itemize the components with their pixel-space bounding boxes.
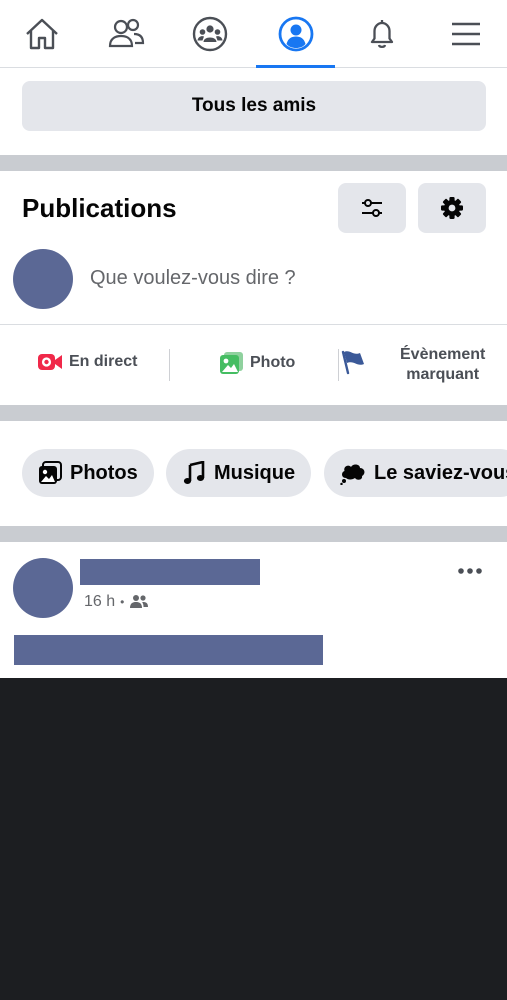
photos-icon <box>39 461 62 484</box>
live-video-label: En direct <box>69 353 138 370</box>
life-event-label: Évènement marquant <box>400 345 485 385</box>
post-meta: 16 h • <box>84 593 149 611</box>
groups-icon <box>192 16 228 52</box>
section-divider <box>0 155 507 171</box>
chip-did-you-know-label: Le saviez-vous <box>374 461 507 484</box>
sliders-icon <box>362 199 382 217</box>
thought-bubble-icon <box>340 464 365 485</box>
gear-icon <box>441 197 463 219</box>
user-avatar[interactable] <box>13 249 73 309</box>
more-options-icon <box>458 568 482 574</box>
post-author-name-redacted[interactable] <box>80 559 260 585</box>
nav-tab-friends[interactable] <box>84 0 168 68</box>
post-author-avatar[interactable] <box>13 558 73 618</box>
meta-separator: • <box>120 595 125 609</box>
post-timestamp[interactable]: 16 h <box>84 593 115 611</box>
music-note-icon <box>183 461 205 484</box>
section-divider <box>0 405 507 421</box>
composer-divider <box>0 324 507 325</box>
nav-tab-groups[interactable] <box>168 0 252 68</box>
all-friends-button[interactable]: Tous les amis <box>22 81 486 131</box>
photo-icon <box>220 352 243 374</box>
nav-tab-home[interactable] <box>0 0 84 68</box>
nav-tab-notifications[interactable] <box>340 0 424 68</box>
friends-audience-icon <box>130 595 149 608</box>
live-video-icon <box>38 354 62 370</box>
live-video-button[interactable]: En direct <box>38 352 137 372</box>
life-event-label-line1: Évènement <box>400 346 486 363</box>
nav-tab-profile[interactable] <box>256 0 335 68</box>
action-divider <box>169 349 170 381</box>
photo-button[interactable]: Photo <box>220 352 295 374</box>
section-divider <box>0 526 507 542</box>
life-event-button[interactable]: Évènement marquant <box>341 345 485 385</box>
chip-photos-label: Photos <box>70 461 138 484</box>
flag-icon <box>341 350 364 375</box>
post-composer-input[interactable]: Que voulez-vous dire ? <box>90 267 296 290</box>
nav-tab-menu[interactable] <box>424 0 507 68</box>
menu-icon <box>452 22 480 46</box>
bell-icon <box>370 20 394 49</box>
profile-icon <box>278 16 313 52</box>
post-settings-button[interactable] <box>418 183 486 233</box>
chip-photos[interactable]: Photos <box>22 449 154 497</box>
post-more-options-button[interactable] <box>452 560 488 582</box>
chip-music[interactable]: Musique <box>166 449 312 497</box>
profile-page: Tous les amis Publications Que voulez-vo… <box>0 0 507 678</box>
home-icon <box>26 18 58 50</box>
friends-icon <box>108 18 145 48</box>
life-event-label-line2: marquant <box>406 366 480 383</box>
top-navigation-bar <box>0 0 507 68</box>
chip-did-you-know[interactable]: Le saviez-vous <box>324 449 507 497</box>
filter-posts-button[interactable] <box>338 183 406 233</box>
photo-label: Photo <box>250 354 296 371</box>
publications-heading: Publications <box>22 193 177 223</box>
chip-music-label: Musique <box>214 461 296 484</box>
action-divider <box>338 349 339 381</box>
post-text-redacted <box>14 635 323 665</box>
